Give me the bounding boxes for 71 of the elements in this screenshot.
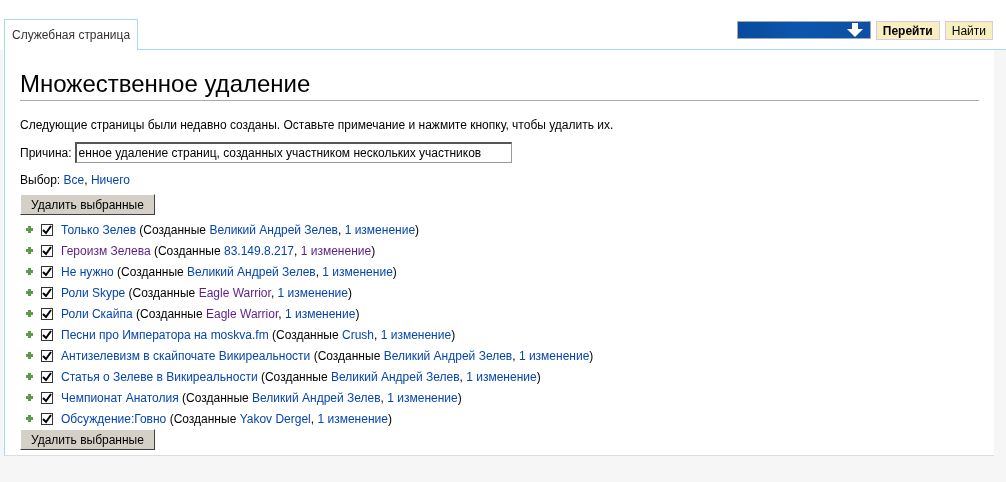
user-link[interactable]: Eagle Warrior [206,306,279,321]
delete-selected-button[interactable]: Удалить выбранные [20,194,155,215]
bullet-icon [26,373,33,380]
page-link[interactable]: Не нужно [61,264,114,279]
user-link[interactable]: Eagle Warrior [198,285,271,300]
user-link[interactable]: Crush [342,327,374,342]
checkbox[interactable] [41,265,53,278]
bullet-icon [26,268,33,275]
page-link[interactable]: Чемпионат Анатолия [61,390,179,405]
user-link[interactable]: Великий Андрей Зелев [330,369,460,384]
reason-field[interactable]: енное удаление страниц, созданных участником нескольких участников [74,142,512,163]
checkbox[interactable] [41,286,53,299]
bullet-icon [26,310,33,317]
bullet-icon [26,226,33,233]
bullet-icon [26,331,33,338]
page-link[interactable]: Статья о Зелеве в Викиреальности [61,369,258,384]
page-link[interactable]: Героизм Зелева [61,243,151,258]
checkbox[interactable] [41,307,53,320]
checkbox[interactable] [41,412,53,425]
checkbox[interactable] [41,223,53,236]
user-link[interactable]: Yakov Dergel [239,411,311,426]
edits-link[interactable]: 1 изменение [387,390,458,405]
checkbox[interactable] [41,349,53,362]
selection-text: Выбор: Все, Ничего [20,173,130,187]
search-field[interactable] [736,21,871,39]
entry-text: Антизелевизм в скайпочате Викиреальности (Созданные Великий Андрей Зелев, 1 изменение) [61,348,594,363]
edits-link[interactable]: 1 изменение [380,327,452,342]
edits-link[interactable]: 1 изменение [344,222,416,237]
entry-text: Статья о Зелеве в Викиреальности (Созданные Великий Андрей Зелев, 1 изменение) [61,369,541,384]
page-title: Множественное удаление [20,69,979,101]
user-link[interactable]: Великий Андрей Зелев [209,222,338,237]
entry-text: Не нужно (Созданные Великий Андрей Зелев, 1 изменение) [61,264,397,279]
delete-selected-button[interactable]: Удалить выбранные [20,429,155,450]
bullet-icon [26,352,33,359]
user-link[interactable]: 83.149.8.217 [223,243,295,258]
entry-text: Героизм Зелева (Созданные 83.149.8.217, 1 изменение) [61,243,376,258]
go-button[interactable]: Перейти [875,21,940,40]
entry-text: Песни про Императора на moskva.fm (Созданные Crush, 1 изменение) [61,327,456,342]
edits-link[interactable]: 1 изменение [284,306,356,321]
page-link[interactable]: Антизелевизм в скайпочате Викиреальности [61,348,311,363]
select-link[interactable]: Ничего [90,173,130,187]
bullet-icon [26,415,33,422]
entry-text: Роли Скайпа (Созданные Eagle Warrior, 1 изменение) [61,306,360,321]
page-link[interactable]: Роли Скайпа [61,306,133,321]
checkbox[interactable] [41,328,53,341]
entry-text: Обсуждение:Говно (Созданные Yakov Dergel, 1 изменение) [61,411,392,426]
reason-label: Причина: [20,145,72,160]
bullet-icon [26,247,33,254]
intro-text: Следующие страницы были недавно созданы. Оставьте примечание и нажмите кнопку, чтобы удалить их. [20,117,615,133]
bullet-icon [26,394,33,401]
entry-text: Чемпионат Анатолия (Созданные Великий Андрей Зелев, 1 изменение) [61,390,462,405]
edits-link[interactable]: 1 изменение [466,369,537,384]
entry-text: Роли Skype (Созданные Eagle Warrior, 1 изменение) [61,285,352,300]
edits-link[interactable]: 1 изменение [277,285,348,300]
page-link[interactable]: Песни про Императора на moskva.fm [61,327,269,342]
edits-link[interactable]: 1 изменение [518,348,590,363]
checkbox[interactable] [41,391,53,404]
user-link[interactable]: Великий Андрей Зелев [187,264,316,279]
edits-link[interactable]: 1 изменение [300,243,372,258]
search-button[interactable]: Найти [944,21,993,40]
checkbox[interactable] [41,370,53,383]
bullet-icon [26,289,33,296]
page-link[interactable]: Обсуждение:Говно [61,411,167,426]
entry-text: Только Зелев (Созданные Великий Андрей Зелев, 1 изменение) [61,222,420,237]
page-link[interactable]: Роли Skype [61,285,126,300]
edits-link[interactable]: 1 изменение [322,264,393,279]
page-link[interactable]: Только Зелев [61,222,137,237]
page-tab[interactable]: Служебная страница [4,19,139,50]
checkbox[interactable] [41,244,53,257]
user-link[interactable]: Великий Андрей Зелев [252,390,381,405]
edits-link[interactable]: 1 изменение [317,411,388,426]
